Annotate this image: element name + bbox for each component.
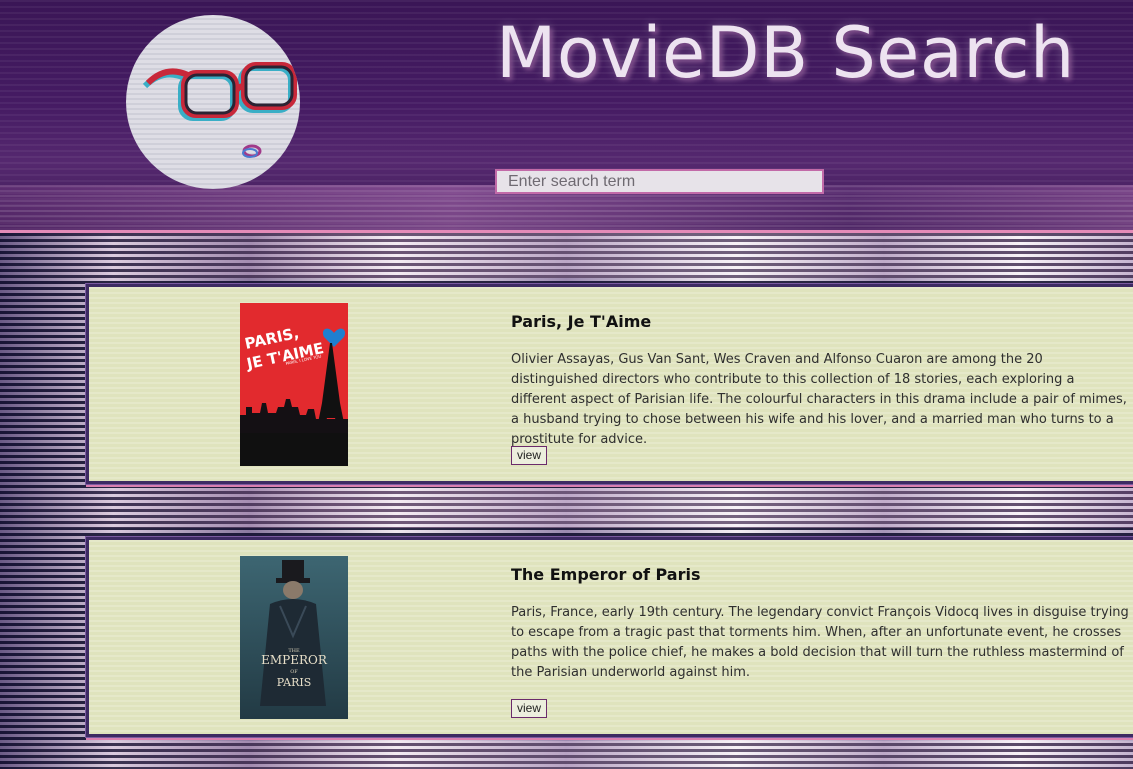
poster-line2: EMPEROR <box>261 653 328 667</box>
view-button[interactable]: view <box>511 446 548 465</box>
site-header: MovieDB Search <box>0 0 1133 232</box>
poster-emperor-of-paris-image: THE EMPEROR OF PARIS <box>240 556 348 719</box>
glow-band-top <box>0 233 1133 278</box>
results-area: PARIS, JE T'AIME PARIS, I LOVE YOU Paris… <box>0 233 1133 769</box>
movie-poster[interactable]: THE EMPEROR OF PARIS <box>240 556 348 719</box>
movie-overview: Olivier Assayas, Gus Van Sant, Wes Crave… <box>511 352 1127 447</box>
glasses-logo-graphic <box>142 62 300 158</box>
result-card: THE EMPEROR OF PARIS The Emperor of Pari… <box>85 536 1133 738</box>
poster-line4: PARIS <box>277 676 312 689</box>
poster-paris-je-taime-image: PARIS, JE T'AIME PARIS, I LOVE YOU <box>240 303 348 466</box>
page-title: MovieDB Search <box>496 12 1075 94</box>
glow-band-bottom <box>0 741 1133 769</box>
result-card: PARIS, JE T'AIME PARIS, I LOVE YOU Paris… <box>85 283 1133 485</box>
glow-band-middle <box>0 488 1133 528</box>
poster-line3: OF <box>290 669 298 675</box>
movie-poster[interactable]: PARIS, JE T'AIME PARIS, I LOVE YOU <box>240 303 348 466</box>
movie-title[interactable]: Paris, Je T'Aime <box>511 312 651 331</box>
view-button[interactable]: view <box>511 699 548 718</box>
search-input[interactable] <box>495 169 824 194</box>
movie-overview: Paris, France, early 19th century. The l… <box>511 605 1129 680</box>
movie-title[interactable]: The Emperor of Paris <box>511 565 701 584</box>
glasses-logo-icon[interactable] <box>126 15 300 189</box>
